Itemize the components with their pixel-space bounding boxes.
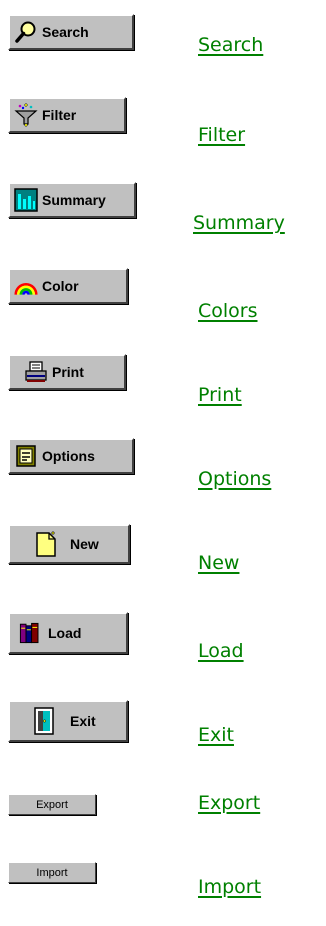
filter-button-label: Filter (42, 107, 77, 123)
link-export[interactable]: Export (198, 792, 260, 814)
link-exit[interactable]: Exit (198, 724, 234, 746)
link-print[interactable]: Print (198, 384, 242, 406)
filter-button[interactable]: Filter (8, 97, 126, 133)
bar-chart-icon (14, 188, 38, 212)
link-import[interactable]: Import (198, 876, 261, 898)
print-button[interactable]: Print (8, 354, 126, 390)
link-colors[interactable]: Colors (198, 300, 258, 322)
link-summary[interactable]: Summary (193, 212, 285, 234)
summary-button-label: Summary (42, 192, 106, 208)
door-icon (32, 707, 56, 735)
link-options[interactable]: Options (198, 468, 271, 490)
import-button[interactable]: Import (8, 862, 96, 883)
rainbow-icon (14, 274, 38, 298)
search-button[interactable]: Search (8, 14, 134, 50)
link-filter[interactable]: Filter (198, 124, 245, 146)
color-button-label: Color (42, 278, 79, 294)
options-button[interactable]: Options (8, 438, 134, 474)
funnel-icon (14, 103, 38, 127)
load-button[interactable]: Load (8, 612, 128, 654)
export-button[interactable]: Export (8, 794, 96, 815)
magnifier-icon (14, 20, 38, 44)
summary-button[interactable]: Summary (8, 182, 136, 218)
print-button-label: Print (52, 364, 84, 380)
link-load[interactable]: Load (198, 640, 244, 662)
link-new[interactable]: New (198, 552, 239, 574)
export-button-label: Export (36, 798, 68, 811)
exit-button-label: Exit (70, 713, 96, 729)
printer-icon (24, 360, 48, 384)
books-icon (18, 621, 42, 645)
new-button[interactable]: New (8, 524, 130, 564)
search-button-label: Search (42, 24, 89, 40)
link-search[interactable]: Search (198, 34, 263, 56)
exit-button[interactable]: Exit (8, 700, 128, 742)
new-button-label: New (70, 536, 99, 552)
options-button-label: Options (42, 448, 95, 464)
color-button[interactable]: Color (8, 268, 128, 304)
options-icon (14, 444, 38, 468)
new-document-icon (34, 531, 58, 557)
load-button-label: Load (48, 625, 82, 641)
import-button-label: Import (36, 866, 68, 879)
